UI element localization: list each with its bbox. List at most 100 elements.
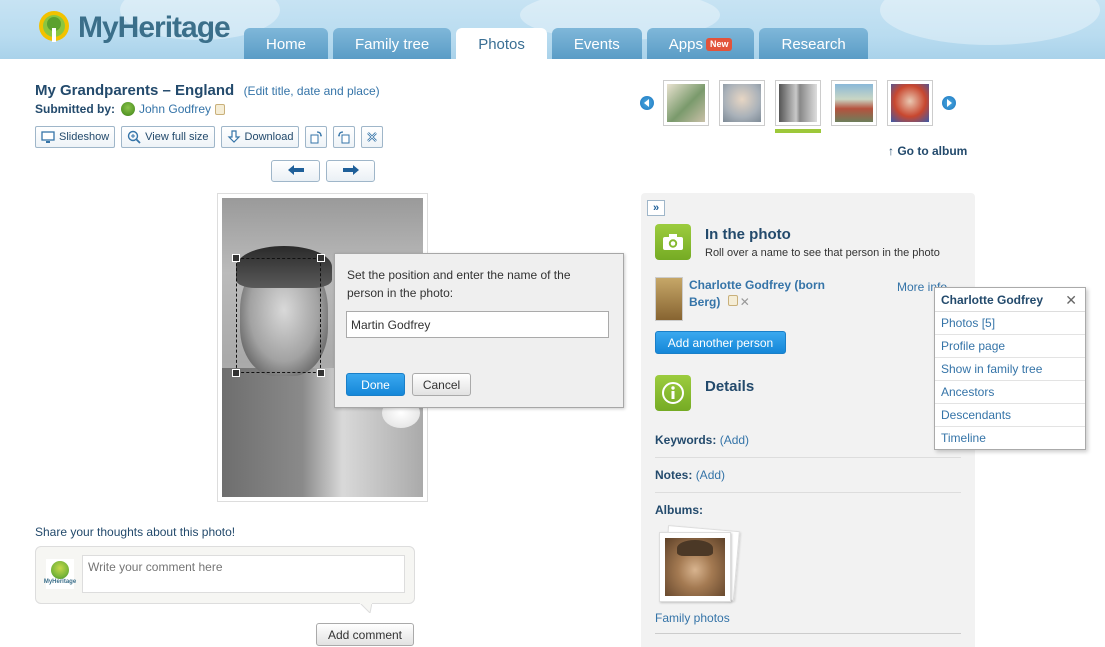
- person-thumbnail[interactable]: [655, 277, 683, 321]
- album-cover-image: [665, 538, 725, 596]
- keywords-label: Keywords:: [655, 433, 717, 447]
- tab-family-tree[interactable]: Family tree: [333, 28, 452, 59]
- photo-thumbnail[interactable]: [887, 80, 933, 126]
- thumbnail-image: [667, 84, 705, 122]
- resize-handle-bottom-right[interactable]: [317, 369, 325, 377]
- slideshow-button[interactable]: Slideshow: [35, 126, 116, 148]
- albums-row: Albums:: [655, 503, 961, 527]
- photo-toolbar: Slideshow View full size Download: [35, 126, 384, 148]
- tagged-person-link[interactable]: Charlotte Godfrey (born Berg): [689, 278, 825, 309]
- person-name-input[interactable]: [346, 311, 609, 338]
- logo-text: MyHeritage: [78, 11, 231, 44]
- resize-handle-top-left[interactable]: [232, 254, 240, 262]
- info-card-icon[interactable]: [727, 295, 738, 306]
- in-the-photo-title: In the photo: [705, 226, 791, 243]
- info-card-icon[interactable]: [215, 103, 226, 115]
- rotate-right-button[interactable]: [305, 126, 328, 148]
- comment-box: MyHeritage: [35, 546, 415, 604]
- rotate-left-button[interactable]: [333, 126, 356, 148]
- share-thoughts-label: Share your thoughts about this photo!: [35, 525, 236, 539]
- go-to-album-link[interactable]: ↑ Go to album: [888, 144, 967, 158]
- delete-photo-button[interactable]: [361, 126, 384, 148]
- zoom-in-icon: [127, 130, 141, 144]
- photo-title-row: My Grandparents – England (Edit title, d…: [35, 82, 380, 99]
- done-button[interactable]: Done: [346, 373, 405, 396]
- tagged-person: Charlotte Godfrey (born Berg) ✕: [689, 277, 849, 311]
- avatar-text: MyHeritage: [43, 579, 77, 585]
- menu-item-timeline[interactable]: Timeline: [935, 427, 1085, 450]
- go-to-album-label: Go to album: [897, 144, 968, 158]
- thumbnail-image: [779, 84, 817, 122]
- add-comment-button[interactable]: Add comment: [316, 623, 414, 646]
- menu-item-profile-page[interactable]: Profile page: [935, 335, 1085, 358]
- album-thumbnail[interactable]: [659, 524, 740, 606]
- commenter-avatar: MyHeritage: [43, 559, 77, 589]
- close-icon[interactable]: ✕: [1065, 292, 1077, 309]
- tab-research[interactable]: Research: [759, 28, 868, 59]
- photo-thumbnail-active[interactable]: [775, 80, 821, 133]
- notes-row: Notes: (Add): [655, 468, 961, 493]
- view-full-size-button[interactable]: View full size: [121, 126, 215, 148]
- photo-thumbnail[interactable]: [831, 80, 877, 126]
- download-button[interactable]: Download: [220, 126, 300, 148]
- tag-selection-box[interactable]: [232, 254, 325, 377]
- tab-apps[interactable]: Apps New: [646, 28, 755, 59]
- arrow-left-icon: [287, 164, 304, 178]
- notes-label: Notes:: [655, 468, 693, 482]
- view-full-size-label: View full size: [145, 131, 209, 143]
- photo-thumbnail[interactable]: [663, 80, 709, 126]
- photo-thumbnail[interactable]: [719, 80, 765, 126]
- person-menu-dropdown: Charlotte Godfrey ✕ Photos [5] Profile p…: [934, 287, 1086, 450]
- collapse-panel-button[interactable]: »: [647, 200, 665, 216]
- person-menu-header: Charlotte Godfrey ✕: [935, 288, 1085, 312]
- remove-tag-icon[interactable]: ✕: [740, 295, 750, 309]
- thumbs-next-button[interactable]: [942, 96, 956, 110]
- add-keywords-link[interactable]: (Add): [720, 433, 749, 447]
- double-chevron-right-icon: »: [652, 202, 660, 214]
- thumbnail-image: [723, 84, 761, 122]
- resize-handle-bottom-left[interactable]: [232, 369, 240, 377]
- add-notes-link[interactable]: (Add): [696, 468, 725, 482]
- cancel-button[interactable]: Cancel: [412, 373, 471, 396]
- monitor-icon: [41, 130, 55, 144]
- divider: [655, 633, 961, 634]
- menu-item-descendants[interactable]: Descendants: [935, 404, 1085, 427]
- next-photo-button[interactable]: [326, 160, 375, 182]
- menu-item-photos[interactable]: Photos [5]: [935, 312, 1085, 335]
- chevron-right-icon: [947, 99, 952, 107]
- tab-photos[interactable]: Photos: [456, 28, 547, 59]
- comment-bubble-tail: [360, 603, 372, 613]
- albums-label: Albums:: [655, 503, 703, 517]
- delete-icon: [365, 130, 379, 144]
- thumbnail-image: [835, 84, 873, 122]
- add-another-person-button[interactable]: Add another person: [655, 331, 786, 354]
- menu-item-ancestors[interactable]: Ancestors: [935, 381, 1085, 404]
- site-header: MyHeritage Home Family tree Photos Event…: [0, 0, 1105, 59]
- previous-photo-button[interactable]: [271, 160, 320, 182]
- tree-logo-icon: [51, 561, 69, 579]
- thumbnail-strip: [640, 80, 956, 133]
- thumbnails: [663, 80, 933, 133]
- photo-title: My Grandparents – England: [35, 82, 235, 99]
- slideshow-label: Slideshow: [59, 131, 110, 143]
- camera-icon: [655, 224, 691, 260]
- comment-input[interactable]: [82, 555, 405, 593]
- download-icon: [227, 130, 241, 144]
- submitter-link[interactable]: John Godfrey: [139, 102, 211, 116]
- resize-handle-top-right[interactable]: [317, 254, 325, 262]
- menu-item-show-in-tree[interactable]: Show in family tree: [935, 358, 1085, 381]
- submitted-label: Submitted by:: [35, 102, 115, 116]
- edit-title-link[interactable]: (Edit title, date and place): [244, 84, 380, 98]
- header-cloud: [880, 0, 1100, 45]
- myheritage-logo[interactable]: MyHeritage: [34, 10, 231, 46]
- tag-instructions: Set the position and enter the name of t…: [347, 268, 571, 300]
- tab-events[interactable]: Events: [551, 28, 642, 59]
- thumbs-prev-button[interactable]: [640, 96, 654, 110]
- up-arrow-icon: ↑: [888, 144, 894, 158]
- album-cover-hat: [677, 540, 713, 556]
- tab-label: Events: [573, 36, 620, 53]
- main-tabs: Home Family tree Photos Events Apps New R…: [244, 28, 873, 59]
- tab-home[interactable]: Home: [244, 28, 329, 59]
- info-icon: [655, 375, 691, 411]
- album-name-link[interactable]: Family photos: [655, 611, 730, 625]
